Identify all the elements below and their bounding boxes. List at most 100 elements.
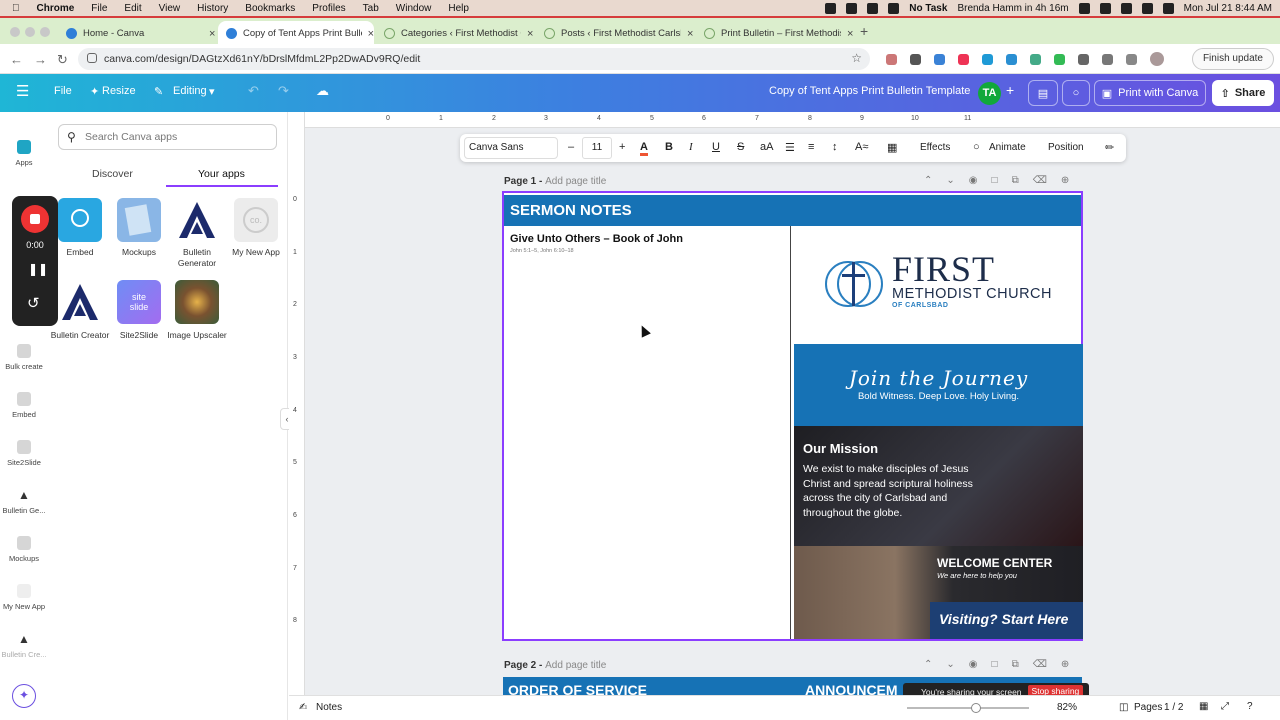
mockups-app-icon[interactable] [117, 198, 161, 242]
text-style-icon[interactable]: A≈ [855, 141, 868, 153]
extension-icon[interactable] [982, 54, 993, 65]
chevron-up-icon[interactable]: ⌃ [924, 659, 932, 670]
paint-format-icon[interactable]: ✏ [1105, 141, 1114, 154]
rail-apps[interactable]: Apps [0, 140, 48, 167]
menu-help[interactable]: Help [448, 3, 469, 14]
calendar-reminder[interactable]: Brenda Hamm in 4h 16m [957, 3, 1068, 14]
sermon-title[interactable]: Give Unto Others – Book of John [510, 233, 683, 245]
menu-app-chrome[interactable]: Chrome [37, 3, 75, 14]
menubar-clock[interactable]: Mon Jul 21 8:44 AM [1184, 3, 1272, 14]
site2slide-app-icon[interactable]: site slide [117, 280, 161, 324]
profile-avatar[interactable] [1150, 52, 1164, 66]
extension-icon[interactable] [1054, 54, 1065, 65]
status-icon-3[interactable] [867, 2, 879, 14]
bulletin-generator-app-icon[interactable] [175, 198, 219, 242]
status-icon-2[interactable] [846, 2, 858, 14]
no-task-status[interactable]: No Task [909, 3, 947, 14]
back-icon[interactable]: ← [10, 52, 23, 67]
extensions-puzzle-icon[interactable] [1102, 54, 1113, 65]
bulletin-creator-app-icon[interactable] [58, 280, 102, 324]
finish-update-button[interactable]: Finish update [1191, 48, 1274, 70]
bookmark-star-icon[interactable]: ☆ [851, 51, 862, 65]
undo-icon[interactable]: ↶ [248, 83, 259, 99]
add-page-title-input[interactable]: Add page title [545, 660, 606, 671]
close-tab-icon[interactable]: × [847, 28, 853, 40]
magic-assistant-icon[interactable]: ✦ [12, 684, 36, 708]
duplicate-page-icon[interactable]: ⧉ [1012, 659, 1019, 670]
menu-view[interactable]: View [159, 3, 181, 14]
zoom-slider[interactable] [907, 703, 1029, 713]
extension-icon[interactable] [910, 54, 921, 65]
insights-chart-icon[interactable]: ▤ [1028, 80, 1058, 106]
fullscreen-icon[interactable]: ⤢ [1221, 701, 1229, 712]
menu-window[interactable]: Window [396, 3, 432, 14]
site-info-icon[interactable] [87, 53, 97, 63]
menu-profiles[interactable]: Profiles [312, 3, 345, 14]
duplicate-page-icon[interactable]: ⧉ [1012, 175, 1019, 186]
editing-mode-dropdown[interactable]: Editing [173, 85, 207, 97]
browser-tab-print-bulletin[interactable]: Print Bulletin – First Methodis × [696, 21, 854, 46]
decrease-font-size-button[interactable]: – [568, 141, 574, 153]
comment-icon[interactable]: ○ [1062, 80, 1090, 106]
cloud-saved-icon[interactable]: ☁ [316, 83, 329, 99]
add-page-icon[interactable]: ⊕ [1061, 659, 1069, 670]
welcome-center-block[interactable]: WELCOME CENTER We are here to help you V… [794, 546, 1083, 639]
menu-file[interactable]: File [91, 3, 107, 14]
embed-app-icon[interactable] [58, 198, 102, 242]
font-size-input[interactable]: 11 [582, 137, 612, 159]
browser-tab-posts[interactable]: Posts ‹ First Methodist Carlsb × [536, 21, 694, 46]
wifi-icon[interactable] [1120, 2, 1132, 14]
scripture-reference[interactable]: John 5:1–5, John 6:10–18 [510, 248, 574, 254]
control-center-icon[interactable] [1162, 2, 1174, 14]
status-icon-4[interactable] [888, 2, 900, 14]
apple-icon[interactable]:  [12, 3, 20, 14]
rail-site2slide[interactable]: Site2Slide [0, 440, 48, 467]
align-icon[interactable]: ☰ [785, 141, 795, 154]
spacing-icon[interactable]: ↕ [832, 141, 838, 153]
rail-my-new-app[interactable]: My New App [0, 584, 48, 611]
sidepanel-icon[interactable] [1126, 54, 1137, 65]
tab-your-apps[interactable]: Your apps [198, 168, 245, 180]
letter-case-icon[interactable]: aA [760, 141, 773, 153]
transparency-icon[interactable]: ▦ [887, 141, 897, 154]
user-avatar[interactable]: TA [978, 82, 1001, 105]
reload-icon[interactable]: ↻ [57, 52, 68, 68]
bluetooth-icon[interactable] [1099, 2, 1111, 14]
extension-icon[interactable] [958, 54, 969, 65]
menu-tab[interactable]: Tab [363, 3, 379, 14]
underline-icon[interactable]: U [712, 141, 720, 153]
increase-font-size-button[interactable]: + [619, 141, 625, 153]
join-journey-block[interactable]: Join the Journey Bold Witness. Deep Love… [794, 344, 1083, 426]
rail-embed[interactable]: Embed [0, 392, 48, 419]
design-title[interactable]: Copy of Tent Apps Print Bulletin Templat… [769, 85, 970, 97]
sermon-notes-band[interactable]: SERMON NOTES [504, 195, 1081, 226]
url-field[interactable]: canva.com/design/DAGtzXd61nY/bDrslMfdmL2… [78, 48, 870, 70]
chevron-down-icon[interactable]: ▾ [209, 85, 215, 98]
print-with-canva-button[interactable]: ▣ Print with Canva [1094, 80, 1206, 106]
menu-bookmarks[interactable]: Bookmarks [245, 3, 295, 14]
rail-bulletin-creator[interactable]: ▲ Bulletin Cre... [0, 632, 48, 659]
bold-icon[interactable]: B [665, 141, 673, 153]
help-icon[interactable]: ? [1247, 701, 1253, 712]
rail-mockups[interactable]: Mockups [0, 536, 48, 563]
delete-page-icon[interactable]: ⌫ [1033, 175, 1047, 186]
tab-discover[interactable]: Discover [92, 168, 133, 180]
window-minimize-button[interactable] [25, 27, 35, 37]
search-icon[interactable] [1141, 2, 1153, 14]
chevron-down-icon[interactable]: ⌄ [946, 175, 954, 186]
italic-icon[interactable]: I [689, 141, 693, 153]
close-tab-icon[interactable]: × [687, 28, 693, 40]
font-family-dropdown[interactable]: Canva Sans [464, 137, 558, 159]
file-menu-button[interactable]: File [54, 85, 72, 97]
position-button[interactable]: Position [1048, 142, 1084, 153]
redo-icon[interactable]: ↷ [278, 83, 289, 99]
strikethrough-icon[interactable]: S [737, 141, 744, 153]
stop-recording-button[interactable] [21, 205, 49, 233]
church-logo-block[interactable]: FIRST METHODIST CHURCH OF CARLSBAD [796, 226, 1081, 344]
add-page-title-input[interactable]: Add page title [545, 176, 606, 187]
lock-icon[interactable]: □ [992, 175, 998, 186]
delete-page-icon[interactable]: ⌫ [1033, 659, 1047, 670]
rail-bulletin-generator[interactable]: ▲ Bulletin Ge... [0, 488, 48, 515]
rail-bulk-create[interactable]: Bulk create [0, 344, 48, 371]
zoom-slider-thumb[interactable] [971, 703, 981, 713]
